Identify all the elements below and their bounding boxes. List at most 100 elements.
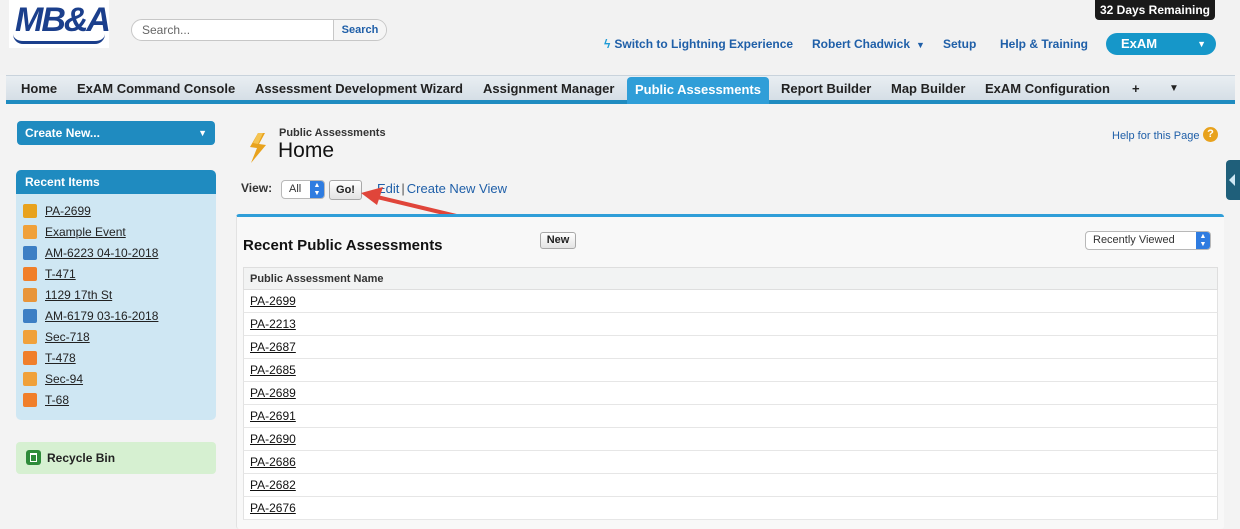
assessment-link[interactable]: PA-2699 <box>250 294 296 308</box>
recent-item-link[interactable]: Example Event <box>45 225 126 239</box>
recent-item-link[interactable]: Sec-94 <box>45 372 83 386</box>
new-button[interactable]: New <box>540 232 576 249</box>
box-icon <box>23 351 37 365</box>
assessment-link[interactable]: PA-2676 <box>250 501 296 515</box>
recycle-bin[interactable]: Recycle Bin <box>16 442 216 474</box>
page-kicker: Public Assessments <box>279 127 386 139</box>
tab-add-icon[interactable]: + <box>1124 76 1148 102</box>
setup-link[interactable]: Setup <box>943 37 976 51</box>
user-menu[interactable]: Robert Chadwick ▼ <box>812 37 925 51</box>
tab-bar: Home ExAM Command Console Assessment Dev… <box>6 75 1235 104</box>
table-row: PA-2691 <box>243 405 1218 428</box>
assignment-icon <box>23 246 37 260</box>
section-icon <box>23 330 37 344</box>
lightning-link[interactable]: ϟ Switch to Lightning Experience <box>604 37 793 51</box>
sort-select-value: Recently Viewed <box>1093 234 1175 246</box>
recent-items-title: Recent Items <box>16 170 216 194</box>
recent-item-link[interactable]: Sec-718 <box>45 330 90 344</box>
recent-item[interactable]: AM-6179 03-16-2018 <box>23 308 158 324</box>
recycle-bin-icon <box>26 450 41 465</box>
chevron-down-icon: ▼ <box>1197 39 1206 49</box>
table-row: PA-2687 <box>243 336 1218 359</box>
assessment-link[interactable]: PA-2213 <box>250 317 296 331</box>
table-row: PA-2676 <box>243 497 1218 520</box>
column-header-name[interactable]: Public Assessment Name <box>243 267 1218 290</box>
search-button[interactable]: Search <box>333 20 386 40</box>
recent-item[interactable]: AM-6223 04-10-2018 <box>23 245 158 261</box>
create-new-button[interactable]: Create New... ▼ <box>17 121 215 145</box>
recent-item[interactable]: T-478 <box>23 350 76 366</box>
logo-swoosh <box>13 34 105 44</box>
recent-item-link[interactable]: AM-6223 04-10-2018 <box>45 246 158 260</box>
tab-public-assessments[interactable]: Public Assessments <box>627 77 769 104</box>
tab-assessment-development-wizard[interactable]: Assessment Development Wizard <box>247 76 471 102</box>
table-row: PA-2213 <box>243 313 1218 336</box>
building-icon <box>23 288 37 302</box>
recent-item[interactable]: 1129 17th St <box>23 287 112 303</box>
table-row: PA-2699 <box>243 290 1218 313</box>
recent-item-link[interactable]: AM-6179 03-16-2018 <box>45 309 158 323</box>
chevron-down-icon: ▼ <box>916 40 925 50</box>
create-new-label: Create New... <box>25 126 100 140</box>
lightning-bolt-icon <box>250 133 266 163</box>
tab-assignment-manager[interactable]: Assignment Manager <box>475 76 622 102</box>
assessment-link[interactable]: PA-2689 <box>250 386 296 400</box>
recent-item[interactable]: Sec-94 <box>23 371 83 387</box>
search-box: Search <box>131 19 387 41</box>
table-row: PA-2685 <box>243 359 1218 382</box>
recent-item[interactable]: T-68 <box>23 392 69 408</box>
tab-map-builder[interactable]: Map Builder <box>883 76 973 102</box>
app-switcher-label: ExAM <box>1121 36 1158 51</box>
sort-select[interactable]: Recently Viewed ▲ ▼ <box>1085 231 1211 250</box>
assessment-link[interactable]: PA-2686 <box>250 455 296 469</box>
tab-exam-configuration[interactable]: ExAM Configuration <box>977 76 1118 102</box>
recent-item-link[interactable]: T-68 <box>45 393 69 407</box>
trial-badge: 32 Days Remaining <box>1095 0 1215 20</box>
lightning-bolt-icon: ϟ <box>604 37 611 51</box>
assessments-table: Public Assessment Name PA-2699 PA-2213 P… <box>243 267 1218 520</box>
app-switcher[interactable]: ExAM ▼ <box>1106 33 1216 55</box>
help-training-link[interactable]: Help & Training <box>1000 37 1088 51</box>
assessment-link[interactable]: PA-2685 <box>250 363 296 377</box>
recent-item[interactable]: Sec-718 <box>23 329 90 345</box>
page-title: Home <box>278 139 335 162</box>
recent-item-link[interactable]: 1129 17th St <box>45 288 112 302</box>
recent-item-link[interactable]: T-471 <box>45 267 76 281</box>
search-input[interactable] <box>132 20 335 40</box>
recent-item-link[interactable]: T-478 <box>45 351 76 365</box>
sidebar-toggle-handle[interactable] <box>1226 160 1240 200</box>
tab-more-icon[interactable]: ▼ <box>1161 76 1187 102</box>
recycle-bin-label: Recycle Bin <box>47 451 116 465</box>
recent-item[interactable]: PA-2699 <box>23 203 91 219</box>
recent-items-panel: Recent Items PA-2699 Example Event AM-62… <box>16 170 216 420</box>
tab-home[interactable]: Home <box>13 76 65 102</box>
table-row: PA-2682 <box>243 474 1218 497</box>
chevron-down-icon: ▼ <box>198 128 207 138</box>
help-for-page-link[interactable]: Help for this Page <box>1112 130 1199 142</box>
assessment-link[interactable]: PA-2687 <box>250 340 296 354</box>
help-icon[interactable]: ? <box>1203 127 1218 142</box>
event-icon <box>23 225 37 239</box>
view-select[interactable]: All ▲ ▼ <box>281 180 325 199</box>
recent-item-link[interactable]: PA-2699 <box>45 204 91 218</box>
section-icon <box>23 372 37 386</box>
select-arrows-icon: ▲ ▼ <box>310 181 324 198</box>
recent-item[interactable]: Example Event <box>23 224 126 240</box>
table-row: PA-2690 <box>243 428 1218 451</box>
logo[interactable]: MB&A <box>9 0 111 48</box>
lightning-link-label: Switch to Lightning Experience <box>614 37 794 51</box>
assessment-icon <box>23 204 37 218</box>
table-row: PA-2686 <box>243 451 1218 474</box>
tab-report-builder[interactable]: Report Builder <box>773 76 879 102</box>
view-select-value: All <box>289 183 302 195</box>
header: MB&A Search 32 Days Remaining ϟSwitch to… <box>0 0 1240 75</box>
assessment-link[interactable]: PA-2690 <box>250 432 296 446</box>
tab-exam-command-console[interactable]: ExAM Command Console <box>69 76 243 102</box>
assignment-icon <box>23 309 37 323</box>
recent-item[interactable]: T-471 <box>23 266 76 282</box>
box-icon <box>23 267 37 281</box>
user-menu-label: Robert Chadwick <box>812 37 911 51</box>
assessment-link[interactable]: PA-2682 <box>250 478 296 492</box>
view-label: View: <box>241 181 273 195</box>
assessment-link[interactable]: PA-2691 <box>250 409 296 423</box>
